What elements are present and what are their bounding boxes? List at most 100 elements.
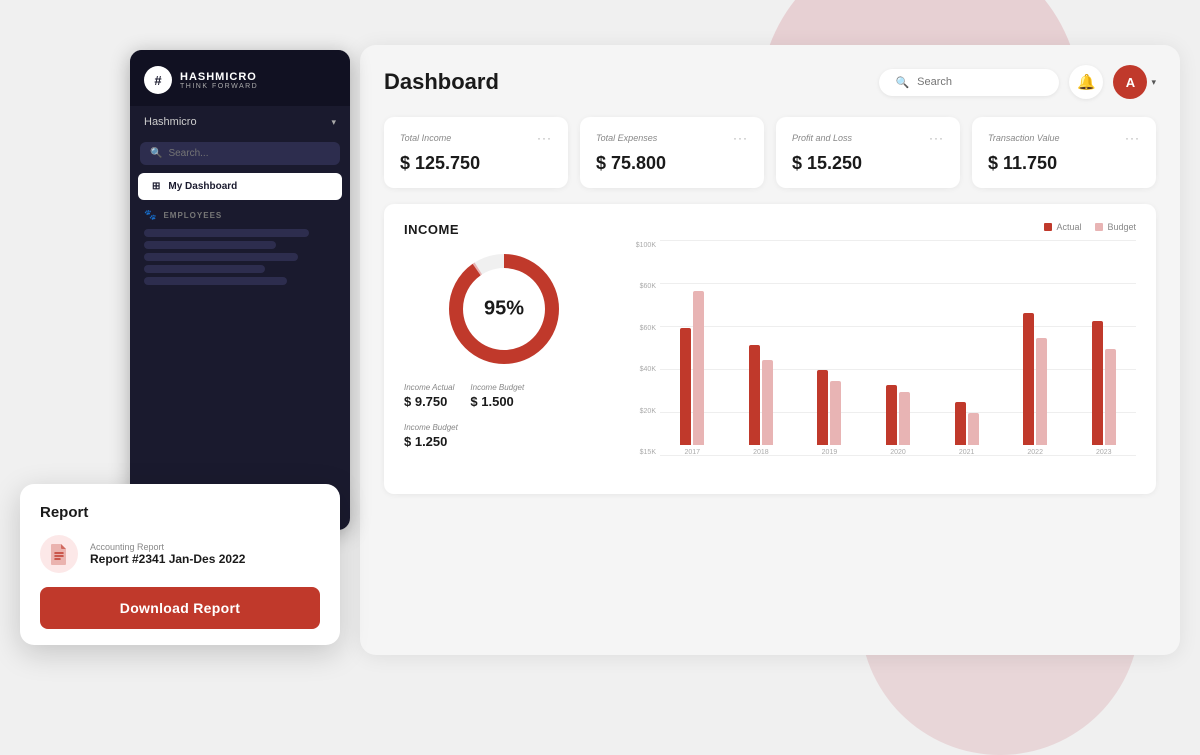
- stat-card-profit: Profit and Loss ··· $ 15.250: [776, 117, 960, 188]
- sidebar-menu-bar-4[interactable]: [144, 265, 265, 273]
- sidebar-search-icon: 🔍: [150, 148, 162, 159]
- avatar[interactable]: A: [1113, 65, 1147, 99]
- bell-icon: 🔔: [1077, 73, 1096, 91]
- sidebar: # HASHMICRO THINK FORWARD Hashmicro ▾ 🔍 …: [130, 50, 350, 530]
- income-right-panel: Actual Budget $100K$60K$60K$40K$20K$15K: [624, 222, 1136, 476]
- legend-budget-label: Budget: [1107, 222, 1136, 232]
- report-file-icon: [40, 535, 78, 573]
- bar-x-label-2018: 2018: [753, 449, 769, 456]
- bar-budget-2022: [1036, 338, 1047, 445]
- sidebar-logo: # HASHMICRO THINK FORWARD: [130, 50, 350, 106]
- legend-actual-label: Actual: [1056, 222, 1081, 232]
- report-file-name: Report #2341 Jan-Des 2022: [90, 552, 245, 566]
- stat-card-expenses: Total Expenses ··· $ 75.800: [580, 117, 764, 188]
- bar-actual-2021: [955, 402, 966, 445]
- sidebar-search-input[interactable]: [168, 148, 330, 159]
- bar-actual-2022: [1023, 313, 1034, 445]
- bar-actual-2020: [886, 385, 897, 445]
- stat-dots-profit[interactable]: ···: [929, 131, 944, 145]
- bar-actual-2018: [749, 345, 760, 445]
- bar-group-2022: 2022: [1003, 285, 1068, 456]
- stat-card-income: Total Income ··· $ 125.750: [384, 117, 568, 188]
- report-file-details: Accounting Report Report #2341 Jan-Des 2…: [90, 542, 245, 566]
- income-title: INCOME: [404, 222, 604, 237]
- bar-chart: $100K$60K$60K$40K$20K$15K 2017: [624, 240, 1136, 476]
- sidebar-menu-bar-3[interactable]: [144, 253, 298, 261]
- org-name: Hashmicro: [144, 116, 197, 128]
- page-title: Dashboard: [384, 69, 499, 95]
- stat-value-expenses: $ 75.800: [596, 153, 748, 174]
- sidebar-org[interactable]: Hashmicro ▾: [130, 106, 350, 138]
- sidebar-item-dashboard[interactable]: ⊞ My Dashboard: [138, 173, 342, 200]
- income-panel: INCOME 95% Income Actual $ 9.750: [384, 204, 1156, 494]
- stat-card-transaction: Transaction Value ··· $ 11.750: [972, 117, 1156, 188]
- legend-dot-actual: [1044, 223, 1052, 231]
- bar-group-2018: 2018: [729, 285, 794, 456]
- income-budget-value: $ 1.500: [470, 394, 524, 409]
- sidebar-menu-bar-5[interactable]: [144, 277, 287, 285]
- bar-group-2020: 2020: [866, 285, 931, 456]
- stat-label-income: Total Income: [400, 133, 451, 143]
- chart-legend: Actual Budget: [624, 222, 1136, 232]
- legend-actual: Actual: [1044, 222, 1081, 232]
- stat-value-transaction: $ 11.750: [988, 153, 1140, 174]
- logo-text: HASHMICRO THINK FORWARD: [180, 71, 258, 90]
- bar-x-label-2021: 2021: [959, 449, 975, 456]
- report-card-info: Accounting Report Report #2341 Jan-Des 2…: [40, 535, 320, 573]
- bar-actual-2019: [817, 370, 828, 445]
- sidebar-menu-bar-2[interactable]: [144, 241, 276, 249]
- report-card: Report Accounting Report Report #2341 Ja…: [20, 484, 340, 645]
- stat-dots-expenses[interactable]: ···: [733, 131, 748, 145]
- income-budget2-value: $ 1.250: [404, 434, 604, 449]
- employees-icon: 🐾: [144, 210, 157, 221]
- income-actual-value: $ 9.750: [404, 394, 454, 409]
- stat-label-expenses: Total Expenses: [596, 133, 657, 143]
- logo-name: HASHMICRO: [180, 71, 258, 83]
- legend-budget: Budget: [1095, 222, 1136, 232]
- sidebar-section-employees: 🐾 EMPLOYEES: [130, 200, 350, 225]
- donut-chart: 95%: [444, 249, 564, 369]
- sidebar-search-box[interactable]: 🔍: [140, 142, 340, 165]
- income-budget-label: Income Budget: [470, 383, 524, 392]
- bar-x-label-2022: 2022: [1027, 449, 1043, 456]
- bar-group-2017: 2017: [660, 285, 725, 456]
- bar-actual-2017: [680, 328, 691, 445]
- sidebar-section-label-text: EMPLOYEES: [163, 211, 222, 220]
- notification-button[interactable]: 🔔: [1069, 65, 1103, 99]
- stat-dots-transaction[interactable]: ···: [1125, 131, 1140, 145]
- main-search-bar[interactable]: 🔍: [879, 69, 1059, 96]
- search-icon: 🔍: [895, 76, 909, 89]
- main-search-input[interactable]: [917, 76, 1043, 88]
- donut-percent: 95%: [484, 298, 524, 321]
- stat-value-income: $ 125.750: [400, 153, 552, 174]
- bar-budget-2018: [762, 360, 773, 445]
- income-stats: Income Actual $ 9.750 Income Budget $ 1.…: [404, 383, 604, 409]
- income-actual-group: Income Actual $ 9.750: [404, 383, 454, 409]
- report-file-type: Accounting Report: [90, 542, 245, 552]
- bar-group-2023: 2023: [1071, 285, 1136, 456]
- income-budget2-group: Income Budget $ 1.250: [404, 423, 604, 449]
- logo-tagline: THINK FORWARD: [180, 83, 258, 90]
- bar-x-label-2017: 2017: [685, 449, 701, 456]
- stat-dots-income[interactable]: ···: [537, 131, 552, 145]
- main-content: Dashboard 🔍 🔔 A ▾ Total Income ··· $ 125…: [360, 45, 1180, 655]
- bar-x-label-2020: 2020: [890, 449, 906, 456]
- stat-label-transaction: Transaction Value: [988, 133, 1060, 143]
- income-budget2-label: Income Budget: [404, 423, 604, 432]
- bar-budget-2023: [1105, 349, 1116, 445]
- income-actual-label: Income Actual: [404, 383, 454, 392]
- sidebar-item-label: My Dashboard: [168, 181, 237, 192]
- org-dropdown-icon: ▾: [331, 117, 336, 128]
- income-left-panel: INCOME 95% Income Actual $ 9.750: [404, 222, 604, 476]
- avatar-dropdown-icon: ▾: [1151, 77, 1156, 88]
- bar-budget-2020: [899, 392, 910, 445]
- bar-x-label-2019: 2019: [822, 449, 838, 456]
- bar-group-2021: 2021: [934, 285, 999, 456]
- stats-row: Total Income ··· $ 125.750 Total Expense…: [384, 117, 1156, 188]
- logo-icon: #: [144, 66, 172, 94]
- sidebar-menu-bar-1[interactable]: [144, 229, 309, 237]
- download-report-button[interactable]: Download Report: [40, 587, 320, 629]
- avatar-wrapper[interactable]: A ▾: [1113, 65, 1156, 99]
- bar-actual-2023: [1092, 321, 1103, 445]
- bar-budget-2021: [968, 413, 979, 445]
